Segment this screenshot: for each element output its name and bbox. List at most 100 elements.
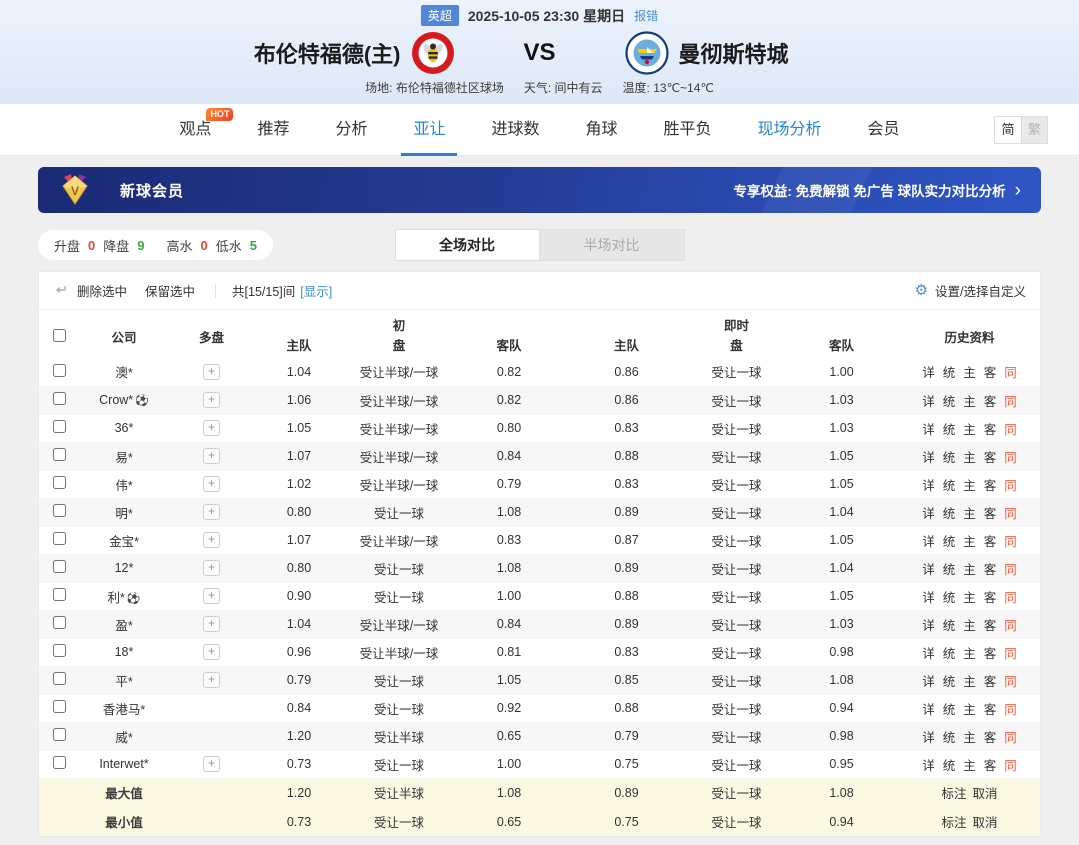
company-name[interactable]: 伟* <box>115 479 132 493</box>
history-link[interactable]: 客 <box>984 759 997 773</box>
history-link[interactable]: 客 <box>984 647 997 661</box>
settings-control[interactable]: ⚙ 设置/选择自定义 <box>915 281 1026 300</box>
row-checkbox[interactable] <box>53 756 66 769</box>
history-link[interactable]: 同 <box>1004 507 1017 521</box>
history-link[interactable]: 统 <box>943 507 956 521</box>
summary-link[interactable]: 标注 <box>941 787 966 801</box>
history-link[interactable]: 详 <box>922 731 935 745</box>
history-link[interactable]: 主 <box>963 675 976 689</box>
history-link[interactable]: 客 <box>984 423 997 437</box>
nav-tab[interactable]: 角球 <box>586 104 618 156</box>
company-name[interactable]: Interwet* <box>99 757 148 771</box>
history-link[interactable]: 主 <box>963 619 976 633</box>
history-link[interactable]: 同 <box>1004 423 1017 437</box>
summary-link[interactable]: 取消 <box>973 816 998 830</box>
summary-link[interactable]: 取消 <box>973 787 998 801</box>
history-link[interactable]: 同 <box>1004 591 1017 605</box>
history-link[interactable]: 统 <box>943 563 956 577</box>
history-link[interactable]: 详 <box>922 395 935 409</box>
history-link[interactable]: 主 <box>963 759 976 773</box>
tab-full-match-compare[interactable]: 全场对比 <box>395 229 540 261</box>
history-link[interactable]: 主 <box>963 731 976 745</box>
nav-tab[interactable]: 胜平负 <box>664 104 712 156</box>
history-link[interactable]: 主 <box>963 395 976 409</box>
history-link[interactable]: 客 <box>984 535 997 549</box>
history-link[interactable]: 详 <box>922 366 935 380</box>
history-link[interactable]: 详 <box>922 479 935 493</box>
tab-half-match-compare[interactable]: 半场对比 <box>540 229 685 261</box>
history-link[interactable]: 详 <box>922 423 935 437</box>
company-name[interactable]: 36* <box>115 421 134 435</box>
history-link[interactable]: 主 <box>963 423 976 437</box>
row-checkbox[interactable] <box>53 392 66 405</box>
history-link[interactable]: 统 <box>943 451 956 465</box>
history-link[interactable]: 详 <box>922 591 935 605</box>
nav-tab[interactable]: 推荐 <box>257 104 289 156</box>
history-link[interactable]: 统 <box>943 619 956 633</box>
history-link[interactable]: 主 <box>963 535 976 549</box>
lang-traditional-button[interactable]: 繁 <box>1021 117 1047 143</box>
history-link[interactable]: 客 <box>984 563 997 577</box>
history-link[interactable]: 同 <box>1004 731 1017 745</box>
nav-tab[interactable]: 进球数 <box>491 104 539 156</box>
history-link[interactable]: 统 <box>943 703 956 717</box>
history-link[interactable]: 客 <box>984 507 997 521</box>
history-link[interactable]: 客 <box>984 395 997 409</box>
select-all-checkbox[interactable] <box>53 329 66 342</box>
row-checkbox[interactable] <box>53 532 66 545</box>
history-link[interactable]: 详 <box>922 507 935 521</box>
row-checkbox[interactable] <box>53 616 66 629</box>
report-error-link[interactable]: 报错 <box>634 7 658 24</box>
history-link[interactable]: 主 <box>963 591 976 605</box>
row-checkbox[interactable] <box>53 588 66 601</box>
history-link[interactable]: 客 <box>984 451 997 465</box>
row-checkbox[interactable] <box>53 448 66 461</box>
row-checkbox[interactable] <box>53 504 66 517</box>
history-link[interactable]: 主 <box>963 507 976 521</box>
company-name[interactable]: 利* <box>107 591 124 605</box>
history-link[interactable]: 详 <box>922 675 935 689</box>
history-link[interactable]: 详 <box>922 647 935 661</box>
league-badge[interactable]: 英超 <box>421 5 459 26</box>
history-link[interactable]: 客 <box>984 703 997 717</box>
company-name[interactable]: 18* <box>115 645 134 659</box>
history-link[interactable]: 统 <box>943 535 956 549</box>
history-link[interactable]: 统 <box>943 759 956 773</box>
history-link[interactable]: 同 <box>1004 675 1017 689</box>
history-link[interactable]: 同 <box>1004 563 1017 577</box>
multi-add-button[interactable]: + <box>203 672 220 688</box>
lang-simplified-button[interactable]: 简 <box>995 117 1021 143</box>
history-link[interactable]: 统 <box>943 731 956 745</box>
row-checkbox[interactable] <box>53 560 66 573</box>
nav-tab[interactable]: 观点HOT <box>179 104 211 156</box>
history-link[interactable]: 主 <box>963 366 976 380</box>
history-link[interactable]: 主 <box>963 479 976 493</box>
multi-add-button[interactable]: + <box>203 448 220 464</box>
company-name[interactable]: 12* <box>115 561 134 575</box>
vip-banner[interactable]: V 新球会员 专享权益: 免费解锁 免广告 球队实力对比分析 › <box>38 167 1041 213</box>
row-checkbox[interactable] <box>53 420 66 433</box>
multi-add-button[interactable]: + <box>203 560 220 576</box>
company-name[interactable]: 威* <box>115 731 132 745</box>
row-checkbox[interactable] <box>53 364 66 377</box>
multi-add-button[interactable]: + <box>203 644 220 660</box>
history-link[interactable]: 统 <box>943 647 956 661</box>
company-name[interactable]: 香港马* <box>103 703 145 717</box>
history-link[interactable]: 统 <box>943 479 956 493</box>
multi-add-button[interactable]: + <box>203 616 220 632</box>
show-link[interactable]: [显示] <box>300 281 332 300</box>
multi-add-button[interactable]: + <box>203 392 220 408</box>
company-name[interactable]: 金宝* <box>109 535 139 549</box>
history-link[interactable]: 同 <box>1004 703 1017 717</box>
keep-selected-button[interactable]: 保留选中 <box>145 281 195 300</box>
history-link[interactable]: 主 <box>963 563 976 577</box>
history-link[interactable]: 同 <box>1004 759 1017 773</box>
history-link[interactable]: 客 <box>984 731 997 745</box>
history-link[interactable]: 同 <box>1004 647 1017 661</box>
company-name[interactable]: 澳* <box>115 366 132 380</box>
summary-link[interactable]: 标注 <box>941 816 966 830</box>
history-link[interactable]: 同 <box>1004 535 1017 549</box>
history-link[interactable]: 详 <box>922 619 935 633</box>
history-link[interactable]: 同 <box>1004 451 1017 465</box>
multi-add-button[interactable]: + <box>203 588 220 604</box>
